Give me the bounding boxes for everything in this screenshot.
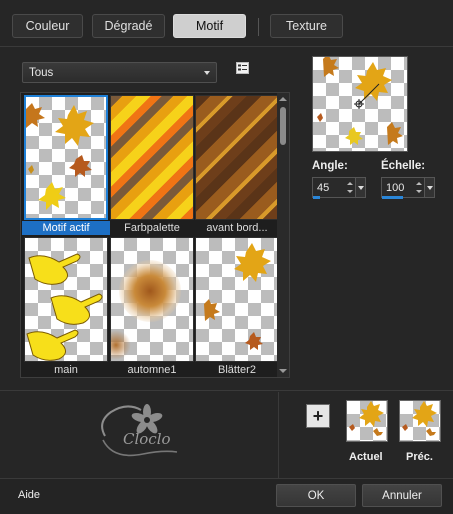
spin-arrows-icon[interactable] [415,180,423,195]
plus-icon[interactable]: + [306,404,330,428]
scale-label: Échelle: [381,160,426,172]
scroll-up-icon[interactable] [279,97,287,101]
pattern-tile[interactable]: automne1 [110,237,194,377]
tabs-divider [0,46,453,47]
list-view-icon[interactable] [236,62,249,74]
angle-slider-bar[interactable] [313,196,320,199]
pattern-label: main [54,364,78,376]
pattern-thumbnail [195,95,279,220]
scrollbar-thumb[interactable] [280,107,286,145]
scale-value: 100 [386,181,405,194]
spin-arrows-icon[interactable] [346,180,354,195]
pattern-label: Farbpalette [124,222,180,234]
pattern-label: automne1 [127,364,177,376]
tab-couleur[interactable]: Couleur [12,14,83,38]
angle-input[interactable]: 45 [312,177,366,198]
previous-swatch-label: Préc. [406,451,433,463]
dropdown-arrow-icon[interactable] [355,178,365,197]
pattern-label: Motif actif [22,221,110,235]
pattern-thumbnail [110,237,194,362]
current-swatch[interactable] [346,400,388,442]
pattern-label: Blätter2 [218,364,256,376]
scale-input[interactable]: 100 [381,177,435,198]
current-swatch-label: Actuel [349,451,383,463]
pattern-tile[interactable]: Motif actif [22,95,110,235]
pattern-thumbnail [24,237,108,362]
pattern-tile[interactable]: main [24,237,108,377]
tab-degrade[interactable]: Dégradé [92,14,165,38]
ok-button[interactable]: OK [276,484,356,507]
angle-value: 45 [317,181,330,194]
help-link[interactable]: Aide [18,489,40,501]
tab-motif[interactable]: Motif [173,14,246,38]
pattern-preview[interactable] [312,56,408,152]
chevron-down-icon [204,71,210,75]
angle-label: Angle: [312,160,348,172]
vertical-separator [278,392,279,478]
category-select-value: Tous [29,66,54,79]
scroll-down-icon[interactable] [279,369,287,373]
pattern-thumbnail [195,237,279,362]
scale-slider-bar[interactable] [382,196,403,199]
tab-texture[interactable]: Texture [270,14,343,38]
cancel-button[interactable]: Annuler [362,484,442,507]
pattern-tile[interactable]: Blätter2 [195,237,279,377]
pattern-thumbnail [24,95,108,220]
pattern-thumbnail [110,95,194,220]
pattern-grid-scrollbar[interactable] [277,93,289,377]
pattern-tile[interactable]: Farbpalette [110,95,194,235]
pattern-label: avant bord... [206,222,268,234]
tab-separator [258,18,259,36]
dropdown-arrow-icon[interactable] [424,178,434,197]
logo-text: Cloclo [123,430,171,448]
category-select[interactable]: Tous [22,62,217,83]
material-properties-dialog: Couleur Dégradé Motif Texture Tous Motif… [0,0,453,514]
cloclo-logo: Cloclo [101,404,178,457]
pattern-tile[interactable]: avant bord... [195,95,279,235]
pattern-grid: Motif actif Farbpalette avant bord... ma… [20,92,290,378]
lower-divider [0,390,453,391]
previous-swatch[interactable] [399,400,441,442]
